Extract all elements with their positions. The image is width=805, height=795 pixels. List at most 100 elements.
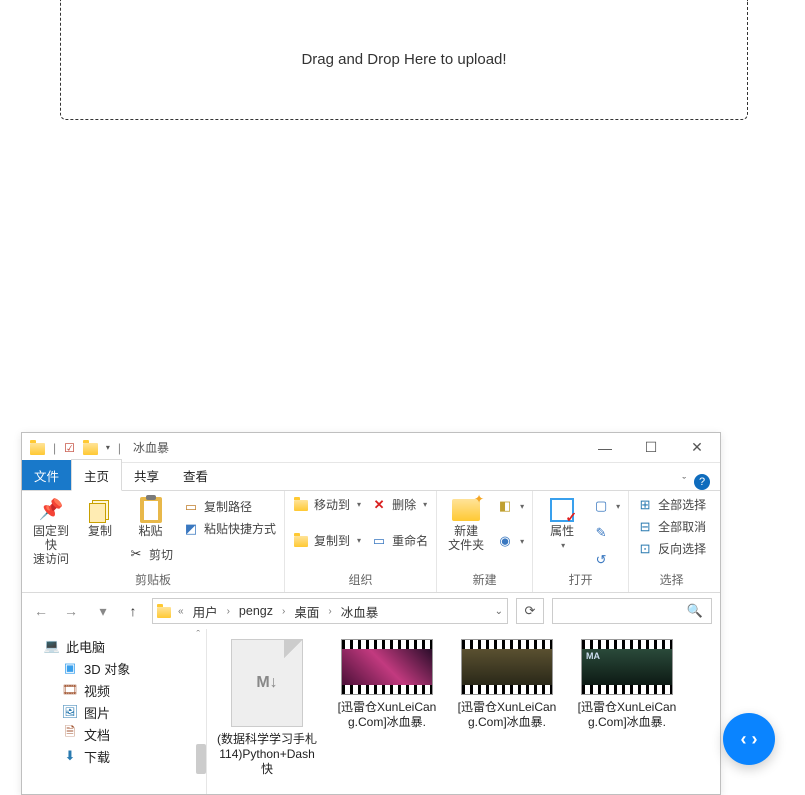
tree-pictures[interactable]: 🖼 图片 xyxy=(22,701,206,723)
address-bar[interactable]: « 用户 › pengz › 桌面 › 冰血暴 ⌄ xyxy=(152,598,508,624)
tab-file[interactable]: 文件 xyxy=(22,460,71,490)
tree-videos[interactable]: 🎞 视频 xyxy=(22,679,206,701)
new-folder-icon xyxy=(452,497,480,523)
moveto-label: 移动到 xyxy=(314,496,350,513)
qat-dropdown-icon[interactable]: ▾ xyxy=(106,443,110,452)
upload-dropzone[interactable]: Drag and Drop Here to upload! xyxy=(60,0,748,120)
invert-icon: ⊡ xyxy=(637,541,653,557)
tab-view[interactable]: 查看 xyxy=(171,460,220,490)
shortcut-icon: ◩ xyxy=(183,521,199,537)
copyto-icon xyxy=(293,533,309,549)
cut-button[interactable]: ✂ 剪切 xyxy=(126,545,175,564)
group-label: 剪贴板 xyxy=(28,569,278,592)
history-icon: ↺ xyxy=(593,552,609,568)
maximize-button[interactable]: ☐ xyxy=(628,433,674,463)
new-folder-button[interactable]: 新建 文件夹 xyxy=(443,495,489,555)
breadcrumb-item[interactable]: 用户 xyxy=(191,602,220,621)
qat-checkbox-icon[interactable]: ☑ xyxy=(64,441,75,455)
file-label: [迅雷仓XunLeiCang.Com]冰血暴. xyxy=(337,700,437,730)
tree-this-pc[interactable]: 💻 此电脑 xyxy=(22,635,206,657)
tab-share[interactable]: 共享 xyxy=(122,460,171,490)
new-item-button[interactable]: ◧▾ xyxy=(495,497,526,515)
copy-path-label: 复制路径 xyxy=(204,498,252,515)
collapse-ribbon-icon[interactable]: ˇ xyxy=(682,476,686,488)
tree-label: 下载 xyxy=(84,747,110,766)
group-label: 选择 xyxy=(635,569,708,592)
history-dropdown[interactable]: ▾ xyxy=(92,600,114,622)
rename-button[interactable]: ▭ 重命名 xyxy=(369,531,430,550)
file-list[interactable]: M↓ (数据科学学习手札114)Python+Dash快 [迅雷仓XunLeiC… xyxy=(207,629,720,794)
easy-access-icon: ◉ xyxy=(497,533,513,549)
file-item[interactable]: M↓ (数据科学学习手札114)Python+Dash快 xyxy=(217,639,317,777)
file-label: [迅雷仓XunLeiCang.Com]冰血暴. xyxy=(577,700,677,730)
chevron-right-icon[interactable]: › xyxy=(224,606,233,617)
floating-nav-button[interactable]: ‹ › xyxy=(723,713,775,765)
rename-icon: ▭ xyxy=(371,533,387,549)
video-thumb xyxy=(341,639,433,695)
edit-button[interactable]: ✎ xyxy=(591,524,622,542)
invert-selection-button[interactable]: ⊡ 反向选择 xyxy=(635,539,708,558)
pin-quickaccess-button[interactable]: 📌 固定到快 速访问 xyxy=(28,495,74,568)
back-button[interactable]: ← xyxy=(30,600,52,622)
paste-button[interactable]: 粘贴 xyxy=(131,495,171,541)
select-none-button[interactable]: ⊟ 全部取消 xyxy=(635,517,708,536)
nav-tree[interactable]: ˆ 💻 此电脑 ▣ 3D 对象 🎞 视频 🖼 图片 🗎 文档 xyxy=(22,629,207,794)
properties-button[interactable]: 属性 ▾ xyxy=(539,495,585,552)
address-dropdown-icon[interactable]: ⌄ xyxy=(495,606,503,617)
properties-icon xyxy=(548,497,576,523)
folder-icon[interactable] xyxy=(83,443,98,455)
group-label: 组织 xyxy=(291,569,430,592)
ribbon-group-open: 属性 ▾ ▢▾ ✎ ↺ 打开 xyxy=(533,491,629,592)
file-item[interactable]: [迅雷仓XunLeiCang.Com]冰血暴. xyxy=(337,639,437,730)
video-thumb xyxy=(581,639,673,695)
copy-to-button[interactable]: 复制到▾ xyxy=(291,531,363,550)
file-label: [迅雷仓XunLeiCang.Com]冰血暴. xyxy=(457,700,557,730)
delete-button[interactable]: ✕ 删除▾ xyxy=(369,495,430,514)
path-icon: ▭ xyxy=(183,499,199,515)
tab-home[interactable]: 主页 xyxy=(71,459,122,491)
help-icon[interactable]: ? xyxy=(694,474,710,490)
move-to-button[interactable]: 移动到▾ xyxy=(291,495,363,514)
delete-label: 删除 xyxy=(392,496,416,513)
ribbon-tabs: 文件 主页 共享 查看 ˇ ? xyxy=(22,463,720,491)
close-button[interactable]: ✕ xyxy=(674,433,720,463)
easy-access-button[interactable]: ◉▾ xyxy=(495,532,526,550)
ribbon: 📌 固定到快 速访问 复制 粘贴 ✂ 剪切 xyxy=(22,491,720,593)
ribbon-group-select: ⊞ 全部选择 ⊟ 全部取消 ⊡ 反向选择 选择 xyxy=(629,491,714,592)
chevron-right-icon[interactable]: › xyxy=(279,606,288,617)
new-item-icon: ◧ xyxy=(497,498,513,514)
search-box[interactable]: 🔍 xyxy=(552,598,712,624)
file-item[interactable]: [迅雷仓XunLeiCang.Com]冰血暴. xyxy=(577,639,677,730)
tree-documents[interactable]: 🗎 文档 xyxy=(22,723,206,745)
select-all-button[interactable]: ⊞ 全部选择 xyxy=(635,495,708,514)
group-label: 新建 xyxy=(443,569,526,592)
minimize-button[interactable]: — xyxy=(582,433,628,463)
tree-downloads[interactable]: ⬇ 下载 xyxy=(22,745,206,767)
up-button[interactable]: ↑ xyxy=(122,600,144,622)
tree-scrollbar[interactable] xyxy=(194,629,206,794)
refresh-button[interactable]: ⟳ xyxy=(516,598,544,624)
chevron-right-icon[interactable]: › xyxy=(325,606,334,617)
paste-icon xyxy=(137,497,165,523)
tree-label: 文档 xyxy=(84,725,110,744)
rename-label: 重命名 xyxy=(392,532,428,549)
file-item[interactable]: [迅雷仓XunLeiCang.Com]冰血暴. xyxy=(457,639,557,730)
breadcrumb-item[interactable]: pengz xyxy=(237,604,275,618)
select-all-icon: ⊞ xyxy=(637,497,653,513)
properties-label: 属性 xyxy=(550,525,574,539)
copy-path-button[interactable]: ▭ 复制路径 xyxy=(181,497,278,516)
breadcrumb-item[interactable]: 冰血暴 xyxy=(339,602,381,621)
breadcrumb-pre[interactable]: « xyxy=(175,606,187,617)
forward-button[interactable]: → xyxy=(60,600,82,622)
dropzone-text: Drag and Drop Here to upload! xyxy=(301,51,506,68)
ribbon-group-clipboard: 📌 固定到快 速访问 复制 粘贴 ✂ 剪切 xyxy=(22,491,285,592)
tree-3d-objects[interactable]: ▣ 3D 对象 xyxy=(22,657,206,679)
paste-label: 粘贴 xyxy=(138,525,162,539)
open-button[interactable]: ▢▾ xyxy=(591,497,622,515)
video-thumb xyxy=(461,639,553,695)
paste-shortcut-button[interactable]: ◩ 粘贴快捷方式 xyxy=(181,519,278,538)
copy-button[interactable]: 复制 xyxy=(80,495,120,541)
history-button[interactable]: ↺ xyxy=(591,551,622,569)
breadcrumb-item[interactable]: 桌面 xyxy=(292,602,321,621)
select-none-label: 全部取消 xyxy=(658,518,706,535)
